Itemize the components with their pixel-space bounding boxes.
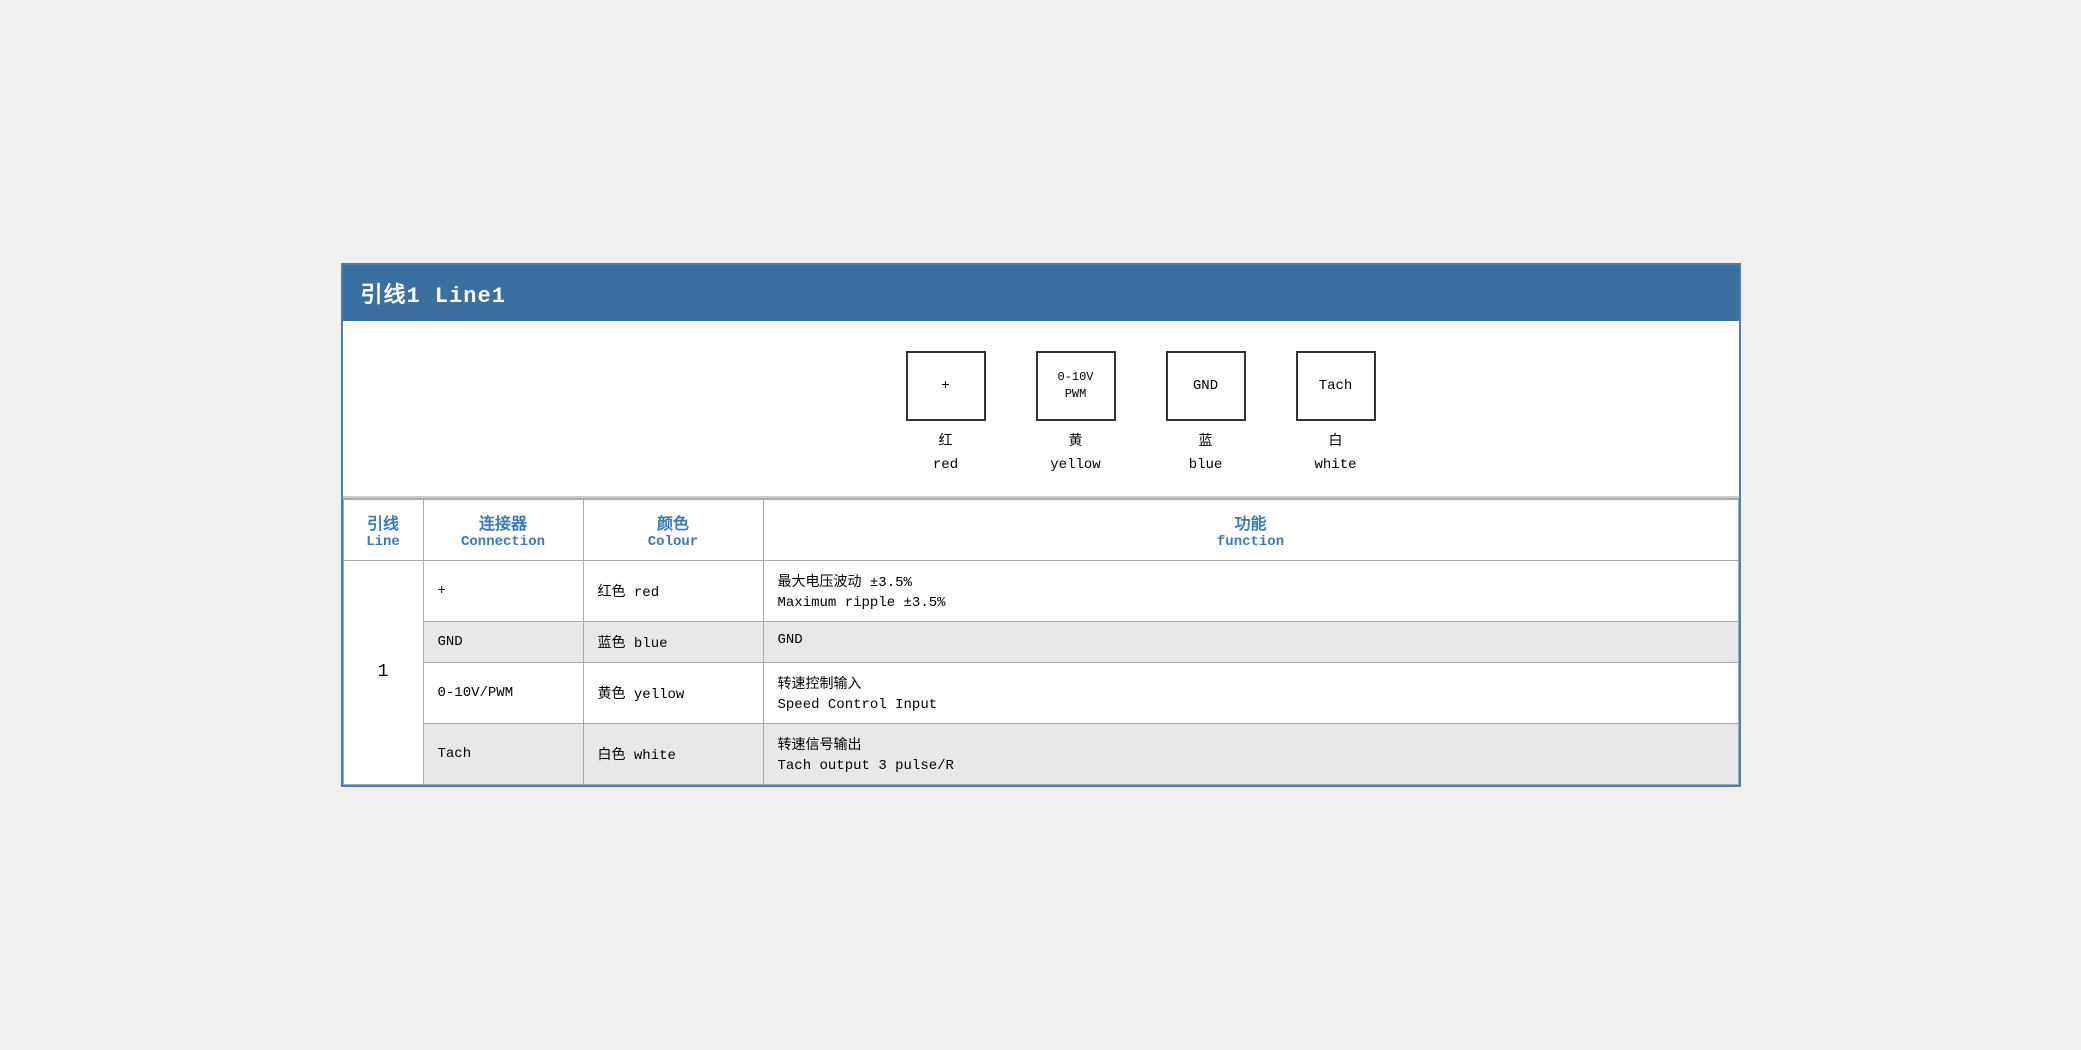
th-function: 功能 function (763, 499, 1738, 561)
connector-english-plus: red (933, 454, 958, 476)
th-function-en: function (778, 534, 1724, 550)
th-line: 引线 Line (343, 499, 423, 561)
th-connection-en: Connection (438, 534, 569, 550)
function-chinese: 转速控制输入 (778, 673, 1724, 693)
function-english: Speed Control Input (778, 697, 1724, 713)
connector-tach: Tach 白 white (1296, 351, 1376, 476)
th-colour-en: Colour (598, 534, 749, 550)
cell-colour: 红色 red (583, 560, 763, 621)
cell-connection: GND (423, 621, 583, 662)
th-colour: 颜色 Colour (583, 499, 763, 561)
table-row: GND蓝色 blueGND (343, 621, 1738, 662)
connector-box-pwm: 0-10VPWM (1036, 351, 1116, 421)
table-section: 引线 Line 连接器 Connection 颜色 Colour 功能 func… (343, 498, 1739, 785)
connector-pwm: 0-10VPWM 黄 yellow (1036, 351, 1116, 476)
connector-label-tach: 白 white (1314, 431, 1356, 476)
cell-function: GND (763, 621, 1738, 662)
cell-colour: 黄色 yellow (583, 662, 763, 723)
cell-connection: Tach (423, 723, 583, 784)
connector-gnd: GND 蓝 blue (1166, 351, 1246, 476)
th-line-cn: 引线 (358, 510, 409, 534)
main-table: 引线 Line 连接器 Connection 颜色 Colour 功能 func… (343, 498, 1739, 785)
table-row: 1+红色 red最大电压波动 ±3.5%Maximum ripple ±3.5% (343, 560, 1738, 621)
cell-colour: 蓝色 blue (583, 621, 763, 662)
main-container: 引线1 Line1 + 红 red 0-10VPWM 黄 yellow (341, 263, 1741, 787)
connector-label-gnd: 蓝 blue (1189, 431, 1223, 476)
cell-line-number: 1 (343, 560, 423, 784)
function-chinese: GND (778, 632, 1724, 648)
diagram-section: + 红 red 0-10VPWM 黄 yellow GND 蓝 blue (343, 321, 1739, 498)
page-header: 引线1 Line1 (343, 265, 1739, 321)
connector-chinese-pwm: 黄 (1050, 431, 1100, 453)
cell-colour: 白色 white (583, 723, 763, 784)
cell-function: 转速控制输入 Speed Control Input (763, 662, 1738, 723)
function-english: Tach output 3 pulse/R (778, 758, 1724, 774)
cell-connection: 0-10V/PWM (423, 662, 583, 723)
connector-box-gnd: GND (1166, 351, 1246, 421)
connector-english-tach: white (1314, 454, 1356, 476)
th-function-cn: 功能 (778, 510, 1724, 534)
connector-plus: + 红 red (906, 351, 986, 476)
connector-label-plus: 红 red (933, 431, 958, 476)
th-connection-cn: 连接器 (438, 510, 569, 534)
cell-function: 最大电压波动 ±3.5% Maximum ripple ±3.5% (763, 560, 1738, 621)
function-chinese: 最大电压波动 ±3.5% (778, 571, 1724, 591)
connector-english-gnd: blue (1189, 454, 1223, 476)
cell-function: 转速信号输出 Tach output 3 pulse/R (763, 723, 1738, 784)
connector-chinese-gnd: 蓝 (1189, 431, 1223, 453)
table-row: Tach白色 white 转速信号输出 Tach output 3 pulse/R (343, 723, 1738, 784)
connector-box-tach: Tach (1296, 351, 1376, 421)
connector-english-pwm: yellow (1050, 454, 1100, 476)
header-title: 引线1 Line1 (361, 284, 506, 309)
th-connection: 连接器 Connection (423, 499, 583, 561)
th-line-en: Line (358, 534, 409, 550)
th-colour-cn: 颜色 (598, 510, 749, 534)
cell-connection: + (423, 560, 583, 621)
connector-label-pwm: 黄 yellow (1050, 431, 1100, 476)
table-row: 0-10V/PWM黄色 yellow 转速控制输入 Speed Control In… (343, 662, 1738, 723)
function-english: Maximum ripple ±3.5% (778, 595, 1724, 611)
function-chinese: 转速信号输出 (778, 734, 1724, 754)
connector-chinese-plus: 红 (933, 431, 958, 453)
diagram-inner: + 红 red 0-10VPWM 黄 yellow GND 蓝 blue (906, 351, 1376, 476)
connector-chinese-tach: 白 (1314, 431, 1356, 453)
connector-box-plus: + (906, 351, 986, 421)
